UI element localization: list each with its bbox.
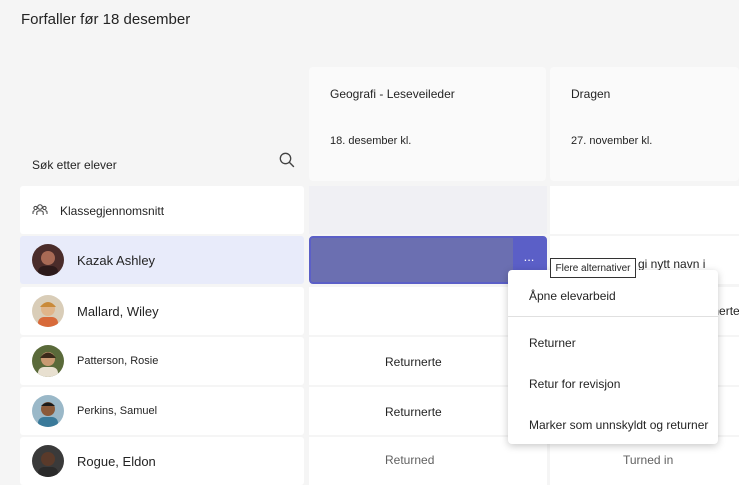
avatar xyxy=(32,395,64,427)
assignment-date: 27. november kl. xyxy=(571,135,653,147)
status-text: Returned xyxy=(385,453,435,467)
avatar xyxy=(32,345,64,377)
assignment-header-dragen[interactable]: Dragen 27. november kl. xyxy=(550,67,739,181)
class-average-cell-dragen xyxy=(550,186,739,234)
class-average-row[interactable]: Klassegjennomsnitt xyxy=(20,186,304,234)
student-row-perkins[interactable]: Perkins, Samuel xyxy=(20,387,304,435)
avatar xyxy=(32,244,64,276)
menu-divider xyxy=(508,316,718,317)
assignment-title: Geografi - Leseveileder xyxy=(330,87,455,101)
avatar xyxy=(32,445,64,477)
student-name: Patterson, Rosie xyxy=(77,355,159,367)
menu-item-mark-excused-return[interactable]: Marker som unnskyldt og returner xyxy=(529,418,708,432)
student-name: Perkins, Samuel xyxy=(77,405,158,417)
status-text: Turned in xyxy=(623,453,674,467)
page-title: Forfaller før 18 desember xyxy=(21,11,191,28)
status-text: Returnerte xyxy=(385,405,442,419)
student-name: Rogue, Eldon xyxy=(77,454,156,469)
grade-cell[interactable]: Returned xyxy=(309,437,547,485)
student-name: Kazak Ashley xyxy=(77,253,156,268)
student-row-mallard[interactable]: Mallard, Wiley xyxy=(20,287,304,335)
status-text: Returnerte xyxy=(385,355,442,369)
student-name: Mallard, Wiley xyxy=(77,304,159,319)
class-average-label: Klassegjennomsnitt xyxy=(60,204,165,218)
grade-cell[interactable]: Turned in xyxy=(550,437,739,485)
status-text: gi nytt navn i xyxy=(638,257,706,271)
assignment-date: 18. desember kl. xyxy=(330,135,412,147)
menu-item-return-for-revision[interactable]: Retur for revisjon xyxy=(529,377,620,391)
search-students-label: Søk etter elever xyxy=(32,158,117,172)
people-icon xyxy=(32,202,48,223)
menu-item-open-student-work[interactable]: Åpne elevarbeid xyxy=(529,289,616,303)
student-row-rogue[interactable]: Rogue, Eldon xyxy=(20,437,304,485)
class-average-cell-geografi xyxy=(309,186,547,234)
assignment-title: Dragen xyxy=(571,87,611,101)
context-menu: Åpne elevarbeid Returner Retur for revis… xyxy=(508,270,718,444)
menu-item-return[interactable]: Returner xyxy=(529,336,576,350)
student-row-kazak[interactable]: Kazak Ashley xyxy=(20,236,304,284)
avatar xyxy=(32,295,64,327)
search-icon[interactable] xyxy=(278,151,298,171)
student-row-patterson[interactable]: Patterson, Rosie xyxy=(20,337,304,385)
assignment-header-geografi[interactable]: Geografi - Leseveileder 18. desember kl. xyxy=(309,67,546,181)
tooltip: Flere alternativer xyxy=(550,258,636,278)
